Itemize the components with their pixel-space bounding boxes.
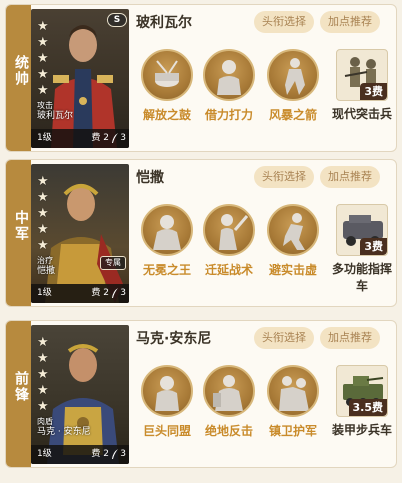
feather-icon <box>112 288 118 298</box>
portrait-footer: 1级 费 2 3 <box>31 445 129 464</box>
feather-icon <box>112 133 118 143</box>
soldiers-icon: 3费 <box>336 49 388 101</box>
skill-slot-3[interactable]: 风暴之箭 <box>262 49 324 123</box>
troop-label: 装甲步兵车 <box>332 423 393 437</box>
skill-label: 风暴之箭 <box>268 108 317 122</box>
troop-label: 多功能指挥车 <box>332 262 393 293</box>
title-select-button[interactable]: 头衔选择 <box>254 327 314 349</box>
points-recommend-button[interactable]: 加点推荐 <box>320 327 380 349</box>
position-label: 中军 <box>13 210 29 242</box>
troop-unit[interactable]: 3.5费 装甲步兵车 <box>332 365 392 439</box>
position-label: 前锋 <box>13 371 29 403</box>
points-recommend-button[interactable]: 加点推荐 <box>320 11 380 33</box>
general-name: 玻利瓦尔 <box>136 15 192 31</box>
cost-label: 费 2 <box>91 288 109 298</box>
title-select-button[interactable]: 头衔选择 <box>254 166 314 188</box>
skill-label: 借力打力 <box>204 108 253 122</box>
fist-icon <box>203 49 255 101</box>
star-icon: ★ <box>37 174 49 189</box>
star-rating: ★ ★ ★ ★ ★ <box>37 174 51 254</box>
troop-cost-badge: 3费 <box>360 83 387 100</box>
general-portrait[interactable]: ★ ★ ★ ★ ★ S 攻击 玻利瓦尔 1级 费 2 3 <box>31 9 129 148</box>
troop-label: 现代突击兵 <box>332 107 393 121</box>
star-icon: ★ <box>37 83 49 98</box>
portrait-footer: 1级 费 2 3 <box>31 129 129 148</box>
level-label: 1级 <box>37 449 52 459</box>
skill-label: 避实击虚 <box>268 263 317 277</box>
skill-slot-2[interactable]: 借力打力 <box>198 49 260 123</box>
skill-slot-1[interactable]: 无冕之王 <box>136 204 198 278</box>
troop-cost-badge: 3费 <box>360 238 387 255</box>
skill-slot-1[interactable]: 巨头同盟 <box>136 365 198 439</box>
star-icon: ★ <box>37 206 49 221</box>
troop-unit[interactable]: 3费 多功能指挥车 <box>332 204 392 295</box>
skill-label: 迁延战术 <box>204 263 253 277</box>
portrait-name: 马克 · 安东尼 <box>37 427 91 437</box>
skill-label: 镇卫护军 <box>268 424 317 438</box>
star-icon: ★ <box>37 351 49 366</box>
feather-icon <box>112 449 118 459</box>
role-label: 肉盾 <box>37 417 53 426</box>
role-label: 攻击 <box>37 101 53 110</box>
portrait-name: 玻利瓦尔 <box>37 111 74 121</box>
skill-label: 绝地反击 <box>204 424 253 438</box>
star-icon: ★ <box>37 367 49 382</box>
general-card-2: 中军 ★ ★ ★ ★ ★ 专属 治疗 恺撒 1级 费 2 3 恺撒 头衔选择 加… <box>5 159 397 307</box>
alliance-icon <box>141 365 193 417</box>
general-name: 马克·安东尼 <box>136 331 212 347</box>
star-icon: ★ <box>37 19 49 34</box>
skill-slot-2[interactable]: 绝地反击 <box>198 365 260 439</box>
star-rating: ★ ★ ★ ★ ★ <box>37 335 51 415</box>
general-portrait[interactable]: ★ ★ ★ ★ ★ 专属 治疗 恺撒 1级 费 2 3 <box>31 164 129 303</box>
role-label: 治疗 <box>37 256 53 265</box>
points-label: 3 <box>120 133 126 143</box>
points-recommend-button[interactable]: 加点推荐 <box>320 166 380 188</box>
skill-slot-1[interactable]: 解放之鼓 <box>136 49 198 123</box>
points-label: 3 <box>120 449 126 459</box>
sword-icon <box>203 204 255 256</box>
star-icon: ★ <box>37 238 49 253</box>
title-select-button[interactable]: 头衔选择 <box>254 11 314 33</box>
counter-icon <box>203 365 255 417</box>
troop-unit[interactable]: 3费 现代突击兵 <box>332 49 392 123</box>
skill-label: 无冕之王 <box>142 263 191 277</box>
star-icon: ★ <box>37 335 49 350</box>
level-label: 1级 <box>37 288 52 298</box>
crown-icon <box>141 204 193 256</box>
strike-icon <box>267 204 319 256</box>
star-icon: ★ <box>37 190 49 205</box>
level-label: 1级 <box>37 133 52 143</box>
exclusive-badge: 专属 <box>100 256 126 270</box>
troop-cost-badge: 3.5费 <box>348 399 387 416</box>
general-portrait[interactable]: ★ ★ ★ ★ ★ 肉盾 马克 · 安东尼 1级 费 2 3 <box>31 325 129 464</box>
portrait-footer: 1级 费 2 3 <box>31 284 129 303</box>
position-label: 统帅 <box>13 55 29 87</box>
portrait-name: 恺撒 <box>37 266 56 276</box>
guard-icon <box>267 365 319 417</box>
arrow-icon <box>267 49 319 101</box>
general-name: 恺撒 <box>136 170 164 186</box>
cost-label: 费 2 <box>91 449 109 459</box>
star-icon: ★ <box>37 51 49 66</box>
general-card-1: 统帅 ★ ★ ★ ★ ★ S 攻击 玻利瓦尔 1级 费 2 3 玻利瓦尔 头衔选… <box>5 4 397 152</box>
drum-icon <box>141 49 193 101</box>
armored-vehicle-icon: 3.5费 <box>336 365 388 417</box>
general-card-3: 前锋 ★ ★ ★ ★ ★ 肉盾 马克 · 安东尼 1级 费 2 3 马克·安东尼… <box>5 320 397 468</box>
skill-slot-3[interactable]: 避实击虚 <box>262 204 324 278</box>
skill-label: 解放之鼓 <box>142 108 191 122</box>
skill-slot-3[interactable]: 镇卫护军 <box>262 365 324 439</box>
skill-label: 巨头同盟 <box>142 424 191 438</box>
command-vehicle-icon: 3费 <box>336 204 388 256</box>
star-icon: ★ <box>37 222 49 237</box>
points-label: 3 <box>120 288 126 298</box>
star-icon: ★ <box>37 35 49 50</box>
star-icon: ★ <box>37 67 49 82</box>
star-rating: ★ ★ ★ ★ ★ <box>37 19 51 99</box>
star-icon: ★ <box>37 399 49 414</box>
skill-slot-2[interactable]: 迁延战术 <box>198 204 260 278</box>
cost-label: 费 2 <box>91 133 109 143</box>
star-icon: ★ <box>37 383 49 398</box>
season-tag-icon: S <box>107 13 127 27</box>
